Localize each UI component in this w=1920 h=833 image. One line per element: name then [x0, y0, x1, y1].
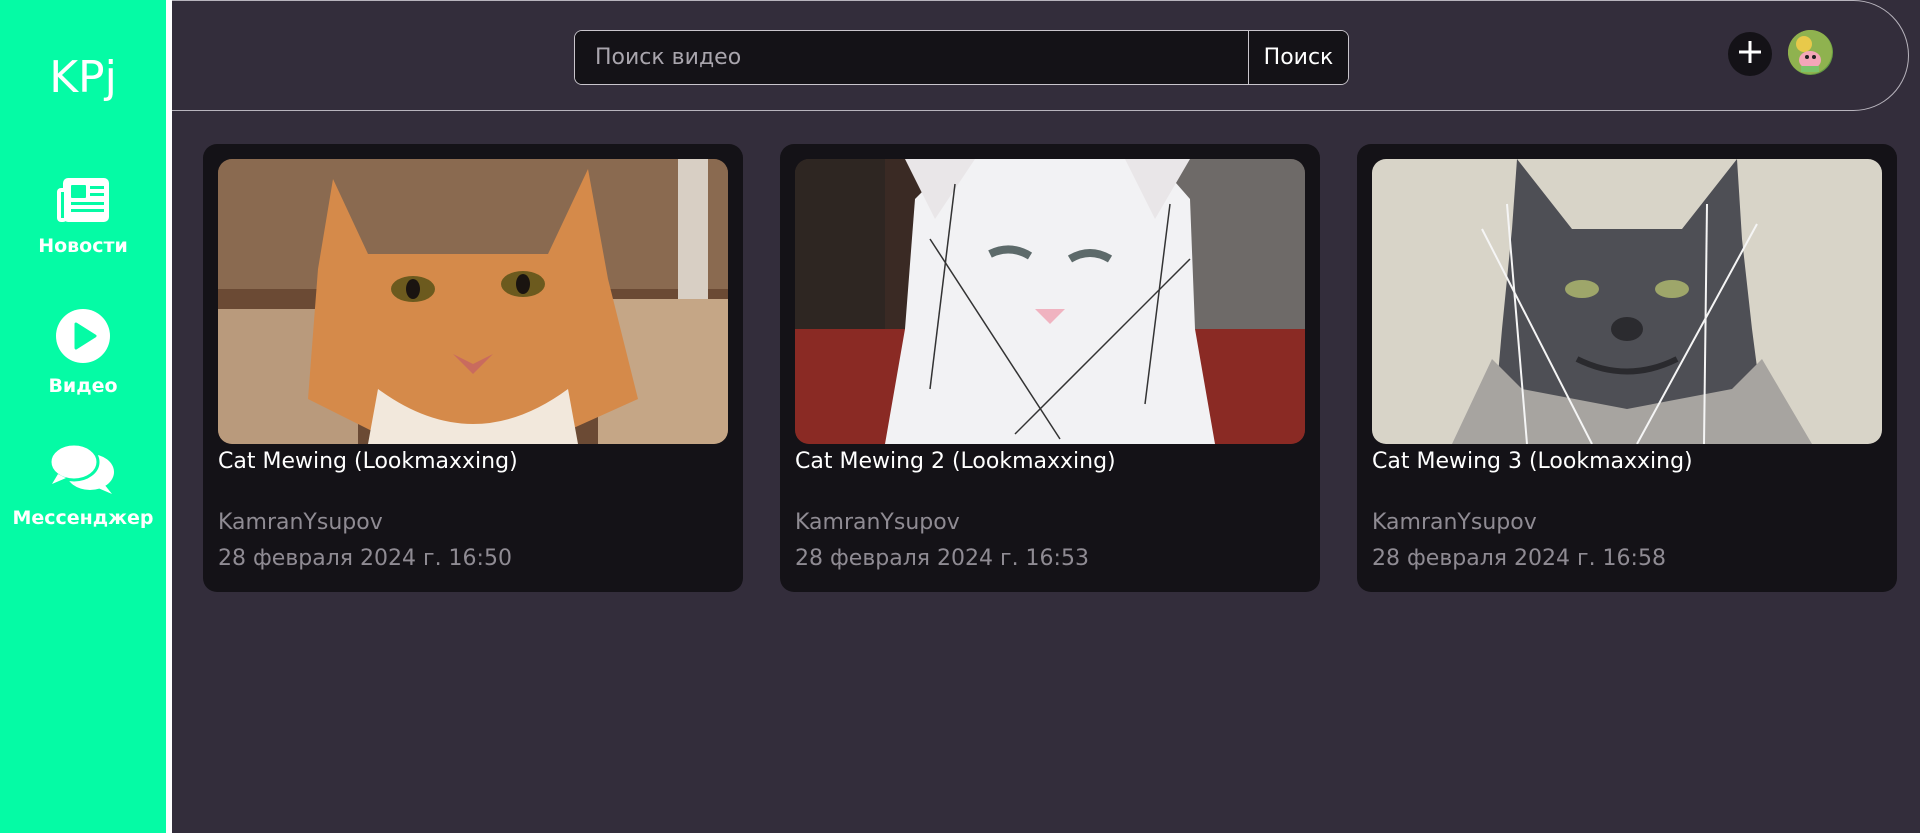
play-circle-icon: [0, 308, 166, 369]
sidebar-item-label: Мессенджер: [12, 507, 154, 529]
video-author[interactable]: KamranYsupov: [218, 510, 383, 535]
search-bar: Поиск: [574, 30, 1349, 85]
sidebar-item-label: Новости: [38, 235, 128, 257]
sidebar-item-video[interactable]: Видео: [0, 308, 166, 397]
sidebar-divider: [166, 0, 172, 833]
video-date: 28 февраля 2024 г. 16:58: [1372, 546, 1666, 571]
video-title[interactable]: Cat Mewing 2 (Lookmaxxing): [795, 449, 1116, 474]
video-date: 28 февраля 2024 г. 16:53: [795, 546, 1089, 571]
video-date: 28 февраля 2024 г. 16:50: [218, 546, 512, 571]
chat-bubbles-icon: [0, 440, 166, 501]
search-button[interactable]: Поиск: [1248, 31, 1348, 84]
video-title[interactable]: Cat Mewing 3 (Lookmaxxing): [1372, 449, 1693, 474]
video-card[interactable]: Cat Mewing 3 (Lookmaxxing) KamranYsupov …: [1357, 144, 1897, 592]
add-video-button[interactable]: [1728, 32, 1772, 76]
logo[interactable]: KPj: [0, 52, 166, 103]
video-thumbnail[interactable]: [795, 159, 1305, 444]
video-author[interactable]: KamranYsupov: [795, 510, 960, 535]
newspaper-icon: [0, 176, 166, 229]
video-card[interactable]: Cat Mewing (Lookmaxxing) KamranYsupov 28…: [203, 144, 743, 592]
sidebar-item-news[interactable]: Новости: [0, 176, 166, 257]
avatar[interactable]: [1788, 30, 1833, 75]
video-card[interactable]: Cat Mewing 2 (Lookmaxxing) KamranYsupov …: [780, 144, 1320, 592]
video-title[interactable]: Cat Mewing (Lookmaxxing): [218, 449, 518, 474]
search-input[interactable]: [575, 31, 1248, 84]
video-author[interactable]: KamranYsupov: [1372, 510, 1537, 535]
app: KPj Новости Видео Мессенджер Поиск видео…: [0, 0, 1920, 833]
header: Поиск: [172, 0, 1909, 111]
sidebar-item-label: Видео: [48, 375, 118, 397]
video-thumbnail[interactable]: [1372, 159, 1882, 444]
sidebar-item-messenger[interactable]: Мессенджер: [0, 440, 166, 529]
sidebar: KPj Новости Видео Мессенджер: [0, 0, 166, 833]
plus-icon: [1737, 39, 1763, 70]
video-thumbnail[interactable]: [218, 159, 728, 444]
